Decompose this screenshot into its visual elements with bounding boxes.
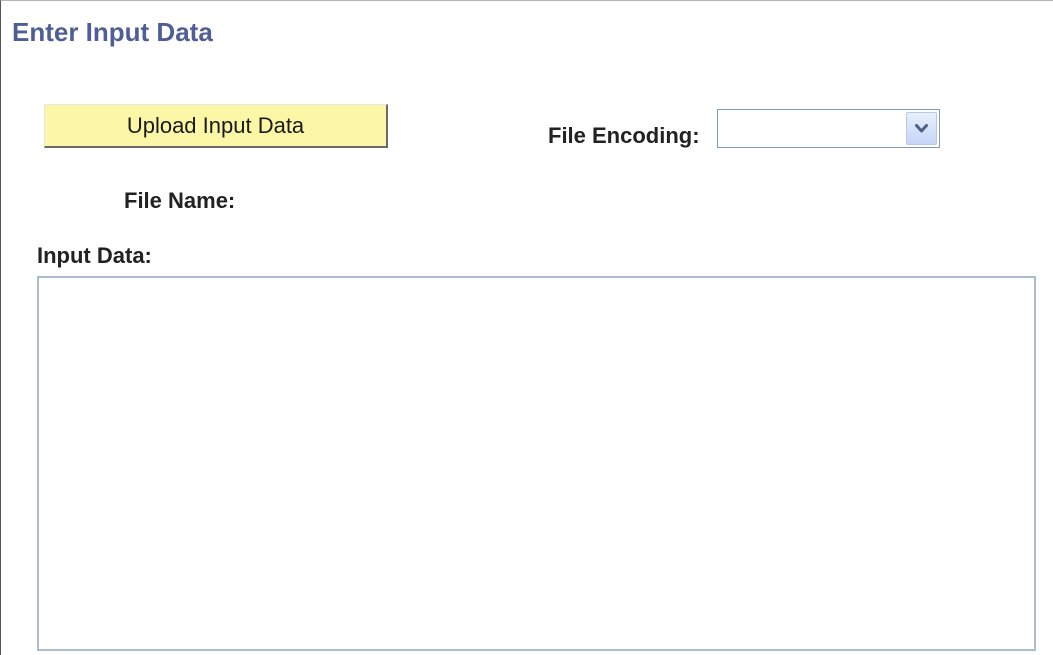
chevron-down-icon xyxy=(915,124,928,133)
input-data-label: Input Data: xyxy=(37,243,152,268)
enter-input-data-page: Enter Input Data Upload Input Data File … xyxy=(0,0,1053,655)
upload-input-data-button[interactable]: Upload Input Data xyxy=(44,104,388,148)
file-encoding-label: File Encoding: xyxy=(548,123,700,148)
page-title: Enter Input Data xyxy=(12,17,213,47)
dropdown-button[interactable] xyxy=(906,112,937,145)
file-name-label: File Name: xyxy=(124,188,236,213)
file-encoding-select[interactable] xyxy=(717,109,940,148)
input-data-textarea[interactable] xyxy=(37,276,1036,651)
